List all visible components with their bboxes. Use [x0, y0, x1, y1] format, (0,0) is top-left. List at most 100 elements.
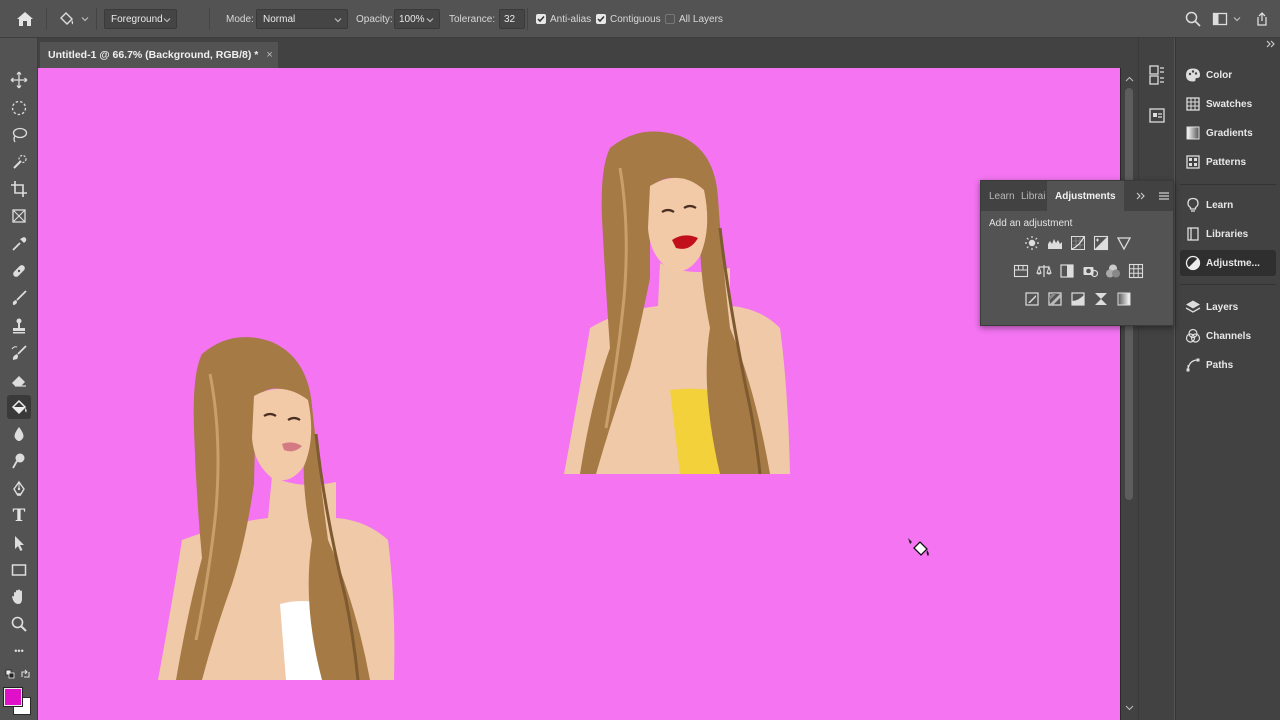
marquee-tool[interactable]: [7, 96, 31, 120]
tab-adjustments[interactable]: Adjustments: [1047, 181, 1124, 211]
channel-mixer-button[interactable]: [1102, 260, 1124, 282]
share-icon: [1257, 12, 1267, 26]
eyedropper-tool[interactable]: [7, 232, 31, 256]
panel-dock: Color Swatches Gradients Patterns Learn …: [1175, 38, 1280, 720]
default-colors-icon[interactable]: [5, 669, 15, 679]
fill-source-dropdown[interactable]: Foreground: [104, 9, 177, 29]
frame-tool[interactable]: [7, 204, 31, 228]
workspace-button[interactable]: [1212, 0, 1242, 38]
opacity-field[interactable]: 100%: [394, 9, 440, 29]
search-button[interactable]: [1184, 0, 1202, 38]
hue-saturation-button[interactable]: [1010, 260, 1032, 282]
scroll-down-icon: [1125, 705, 1134, 711]
tab-learn[interactable]: Learn: [989, 181, 1015, 211]
document-tab[interactable]: Untitled-1 @ 66.7% (Background, RGB/8) *…: [40, 42, 278, 68]
share-button[interactable]: [1254, 0, 1270, 38]
vibrance-button[interactable]: [1113, 232, 1135, 254]
eraser-tool[interactable]: [7, 368, 31, 392]
panel-patterns[interactable]: Patterns: [1180, 149, 1276, 175]
document-canvas[interactable]: [38, 68, 1120, 720]
invert-icon: [1025, 292, 1039, 306]
tolerance-label: Tolerance:: [449, 13, 496, 25]
expand-panel-icon[interactable]: [1136, 192, 1146, 200]
threshold-button[interactable]: [1067, 288, 1089, 310]
brightness-contrast-button[interactable]: [1021, 232, 1043, 254]
color-lookup-button[interactable]: [1125, 260, 1147, 282]
opacity-value: 100%: [399, 13, 425, 25]
woman-photo-upper: [564, 131, 790, 474]
hue-saturation-icon: [1013, 264, 1029, 278]
levels-button[interactable]: [1044, 232, 1066, 254]
posterize-button[interactable]: [1044, 288, 1066, 310]
gradient-map-icon: [1117, 292, 1131, 306]
panel-color[interactable]: Color: [1180, 62, 1276, 88]
history-brush-tool[interactable]: [7, 341, 31, 365]
contiguous-checkbox[interactable]: Contiguous: [596, 0, 661, 38]
gradient-map-button[interactable]: [1113, 288, 1135, 310]
rectangle-tool[interactable]: [7, 558, 31, 582]
options-bar: Foreground Mode: Normal Opacity: 100% To…: [0, 0, 1280, 38]
pen-tool[interactable]: [7, 477, 31, 501]
exposure-button[interactable]: [1090, 232, 1112, 254]
marquee-icon: [11, 100, 27, 116]
chevron-down-icon: [1233, 17, 1241, 22]
document-tab-title: Untitled-1 @ 66.7% (Background, RGB/8) *: [48, 49, 259, 61]
paths-icon: [1186, 358, 1200, 372]
panel-channels[interactable]: Channels: [1180, 323, 1276, 349]
swap-colors-icon[interactable]: [20, 669, 31, 680]
panel-menu-icon[interactable]: [1159, 191, 1169, 201]
panel-swatches[interactable]: Swatches: [1180, 91, 1276, 117]
properties-panel-button[interactable]: [1147, 64, 1167, 86]
healing-brush-tool[interactable]: [7, 259, 31, 283]
type-tool[interactable]: T: [7, 504, 31, 528]
panel-learn-label: Learn: [1206, 199, 1234, 211]
panel-paths[interactable]: Paths: [1180, 352, 1276, 378]
hand-tool[interactable]: [7, 585, 31, 609]
chevron-down-icon: [163, 18, 171, 23]
close-tab-button[interactable]: ×: [266, 49, 272, 61]
paint-bucket-tool[interactable]: [7, 395, 31, 419]
lasso-tool[interactable]: [7, 123, 31, 147]
color-balance-button[interactable]: [1033, 260, 1055, 282]
dodge-icon: [12, 453, 25, 469]
dodge-tool[interactable]: [7, 449, 31, 473]
gradients-icon: [1186, 126, 1200, 140]
invert-button[interactable]: [1021, 288, 1043, 310]
path-selection-tool[interactable]: [7, 531, 31, 555]
paint-bucket-cursor-icon: [908, 538, 929, 556]
mode-dropdown[interactable]: Normal: [256, 9, 348, 29]
panel-gradients[interactable]: Gradients: [1180, 120, 1276, 146]
quick-selection-tool[interactable]: [7, 150, 31, 174]
panel-learn[interactable]: Learn: [1180, 192, 1276, 218]
black-white-icon: [1060, 264, 1074, 278]
tool-preset-picker[interactable]: [56, 0, 90, 38]
history-panel-button[interactable]: [1147, 104, 1167, 126]
photo-filter-button[interactable]: [1079, 260, 1101, 282]
properties-icon: [1149, 65, 1164, 85]
swatches-icon: [1186, 97, 1200, 111]
blur-tool[interactable]: [7, 422, 31, 446]
panel-libraries[interactable]: Libraries: [1180, 221, 1276, 247]
search-icon: [1185, 11, 1201, 27]
anti-alias-checkbox[interactable]: Anti-alias: [536, 0, 591, 38]
move-tool[interactable]: [7, 68, 31, 92]
zoom-tool[interactable]: [7, 612, 31, 636]
black-white-button[interactable]: [1056, 260, 1078, 282]
panel-adjustments-label: Adjustme...: [1206, 257, 1260, 269]
clone-stamp-tool[interactable]: [7, 314, 31, 338]
more-tools-button[interactable]: •••: [7, 639, 31, 663]
tolerance-value: 32: [504, 13, 516, 25]
all-layers-checkbox[interactable]: All Layers: [665, 0, 723, 38]
home-button[interactable]: [14, 0, 36, 38]
paint-bucket-icon: [60, 12, 74, 25]
panel-layers[interactable]: Layers: [1180, 294, 1276, 320]
foreground-color-swatch[interactable]: [3, 687, 23, 707]
brush-tool[interactable]: [7, 286, 31, 310]
tools-panel: T •••: [0, 38, 38, 720]
tolerance-field[interactable]: 32: [499, 9, 525, 29]
selective-color-button[interactable]: [1090, 288, 1112, 310]
curves-button[interactable]: [1067, 232, 1089, 254]
panel-adjustments[interactable]: Adjustme...: [1180, 250, 1276, 276]
tab-libraries[interactable]: Librai: [1021, 181, 1047, 211]
crop-tool[interactable]: [7, 177, 31, 201]
